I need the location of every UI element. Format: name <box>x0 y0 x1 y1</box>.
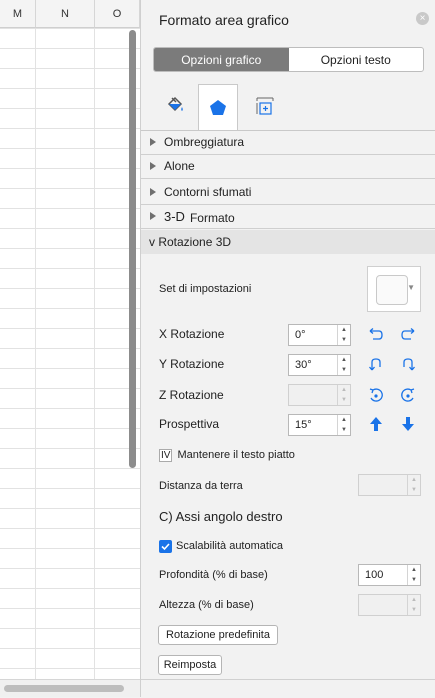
tab-effects[interactable] <box>198 84 238 130</box>
x-rotation-input[interactable]: 0° ▲ ▼ <box>288 324 351 346</box>
y-rotation-label: Y Rotazione <box>159 357 224 371</box>
section-label: v Rotazione 3D <box>149 235 232 249</box>
default-rotation-button[interactable]: Rotazione predefinita <box>158 625 278 645</box>
presets-label: Set di impostazioni <box>159 283 252 295</box>
section-glow[interactable]: Alone <box>141 154 435 179</box>
y-rotation-input[interactable]: 30° ▲ ▼ <box>288 354 351 376</box>
spreadsheet-area: M N O <box>0 0 141 697</box>
pentagon-effects-icon <box>210 99 226 115</box>
panel-title: Formato area grafico <box>159 12 289 28</box>
rotate-up-icon[interactable] <box>367 355 385 373</box>
section-3d-rotation[interactable]: v Rotazione 3D <box>141 230 435 254</box>
height-label: Altezza (% di base) <box>159 599 254 611</box>
rotate-clockwise-icon[interactable] <box>399 386 417 404</box>
section-label: Alone <box>164 159 195 173</box>
z-rotation-value <box>289 385 337 405</box>
expand-triangle-icon <box>150 188 156 196</box>
rotate-right-icon[interactable] <box>399 326 417 344</box>
vertical-scrollbar[interactable] <box>129 30 136 468</box>
keep-text-flat-checkbox[interactable]: IV <box>159 449 173 462</box>
cell-grid[interactable] <box>0 28 140 697</box>
y-rotation-value: 30° <box>295 359 312 371</box>
fill-bucket-icon <box>167 96 183 112</box>
section-shadow[interactable]: Ombreggiatura <box>141 130 435 155</box>
z-rotation-input[interactable]: ▲ ▼ <box>288 384 351 406</box>
section-3d-format[interactable]: 3-D Formato <box>141 204 435 229</box>
stepper-arrows[interactable]: ▲ ▼ <box>407 475 420 495</box>
height-value <box>359 595 407 615</box>
y-axis-letter: Y <box>159 357 167 371</box>
perspective-input[interactable]: 15° ▲ ▼ <box>288 414 351 436</box>
section-soft-edges[interactable]: Contorni sfumati <box>141 180 435 205</box>
ground-distance-value <box>359 475 407 495</box>
depth-label: Profondità (% di base) <box>159 569 268 581</box>
stepper-arrows[interactable]: ▲ ▼ <box>337 415 350 435</box>
perspective-label: Prospettiva <box>159 417 220 431</box>
ground-distance-input[interactable]: ▲ ▼ <box>358 474 421 496</box>
depth-input[interactable]: 100 ▲ ▼ <box>358 564 421 586</box>
column-header-m[interactable]: M <box>0 0 36 28</box>
preset-preview <box>376 275 408 305</box>
rotation-word: Rotazione <box>167 327 225 341</box>
autoscale-checkbox[interactable] <box>159 540 172 553</box>
keep-text-flat-row[interactable]: IV Mantenere il testo piatto <box>159 449 295 462</box>
rotation-word: Rotazione <box>166 388 224 402</box>
keep-text-flat-label: Mantenere il testo piatto <box>177 449 295 461</box>
right-angle-axes-label[interactable]: C) Assi angolo destro <box>159 509 283 524</box>
stepper-arrows[interactable]: ▲ ▼ <box>337 325 350 345</box>
size-properties-icon <box>256 97 274 115</box>
chevron-down-icon: ▼ <box>407 283 415 292</box>
horizontal-scrollbar[interactable] <box>0 679 140 697</box>
expand-triangle-icon <box>150 212 156 220</box>
checkmark-icon <box>161 543 170 551</box>
horizontal-scroll-thumb[interactable] <box>4 685 124 692</box>
presets-dropdown[interactable]: ▼ <box>367 266 421 312</box>
x-rotation-value: 0° <box>295 329 306 341</box>
stepper-arrows[interactable]: ▲ ▼ <box>337 355 350 375</box>
rotation-word: Rotazione <box>166 357 225 371</box>
reset-button[interactable]: Reimposta <box>158 655 222 675</box>
options-switch: Opzioni grafico Opzioni testo <box>153 47 424 72</box>
rotate-left-icon[interactable] <box>367 326 385 344</box>
x-rotation-label: X Rotazione <box>159 327 224 341</box>
stepper-arrows[interactable]: ▲ ▼ <box>407 595 420 615</box>
column-header-n[interactable]: N <box>36 0 95 28</box>
expand-triangle-icon <box>150 162 156 170</box>
x-axis-letter: X <box>159 327 168 341</box>
rotate-counterclockwise-icon[interactable] <box>367 386 385 404</box>
tab-chart-options[interactable]: Opzioni grafico <box>154 48 289 71</box>
rotate-down-icon[interactable] <box>399 355 417 373</box>
tab-text-options[interactable]: Opzioni testo <box>289 48 424 71</box>
tab-fill-line[interactable] <box>155 84 195 128</box>
autoscale-label: Scalabilità automatica <box>176 540 284 552</box>
arrow-down-icon[interactable] <box>399 415 417 433</box>
expand-triangle-icon <box>150 138 156 146</box>
icon-tabs <box>141 84 435 131</box>
stepper-arrows[interactable]: ▲ ▼ <box>407 565 420 585</box>
arrow-up-icon[interactable] <box>367 415 385 433</box>
column-header-o[interactable]: O <box>95 0 140 28</box>
stepper-arrows[interactable]: ▲ ▼ <box>337 385 350 405</box>
section-label-3d: 3-D <box>164 208 185 224</box>
ground-distance-label: Distanza da terra <box>159 480 243 492</box>
tab-size-properties[interactable] <box>245 84 285 128</box>
height-input[interactable]: ▲ ▼ <box>358 594 421 616</box>
section-label: Contorni sfumati <box>164 185 252 199</box>
section-label-format: Formato <box>189 210 235 225</box>
z-rotation-label: Z Rotazione <box>159 388 224 402</box>
format-chart-area-panel: Formato area grafico × Opzioni grafico O… <box>141 0 435 698</box>
perspective-value: 15° <box>295 419 312 431</box>
close-icon[interactable]: × <box>416 12 429 25</box>
depth-value: 100 <box>365 569 384 581</box>
panel-bottom-bar <box>141 679 435 698</box>
section-label: Ombreggiatura <box>164 135 245 149</box>
